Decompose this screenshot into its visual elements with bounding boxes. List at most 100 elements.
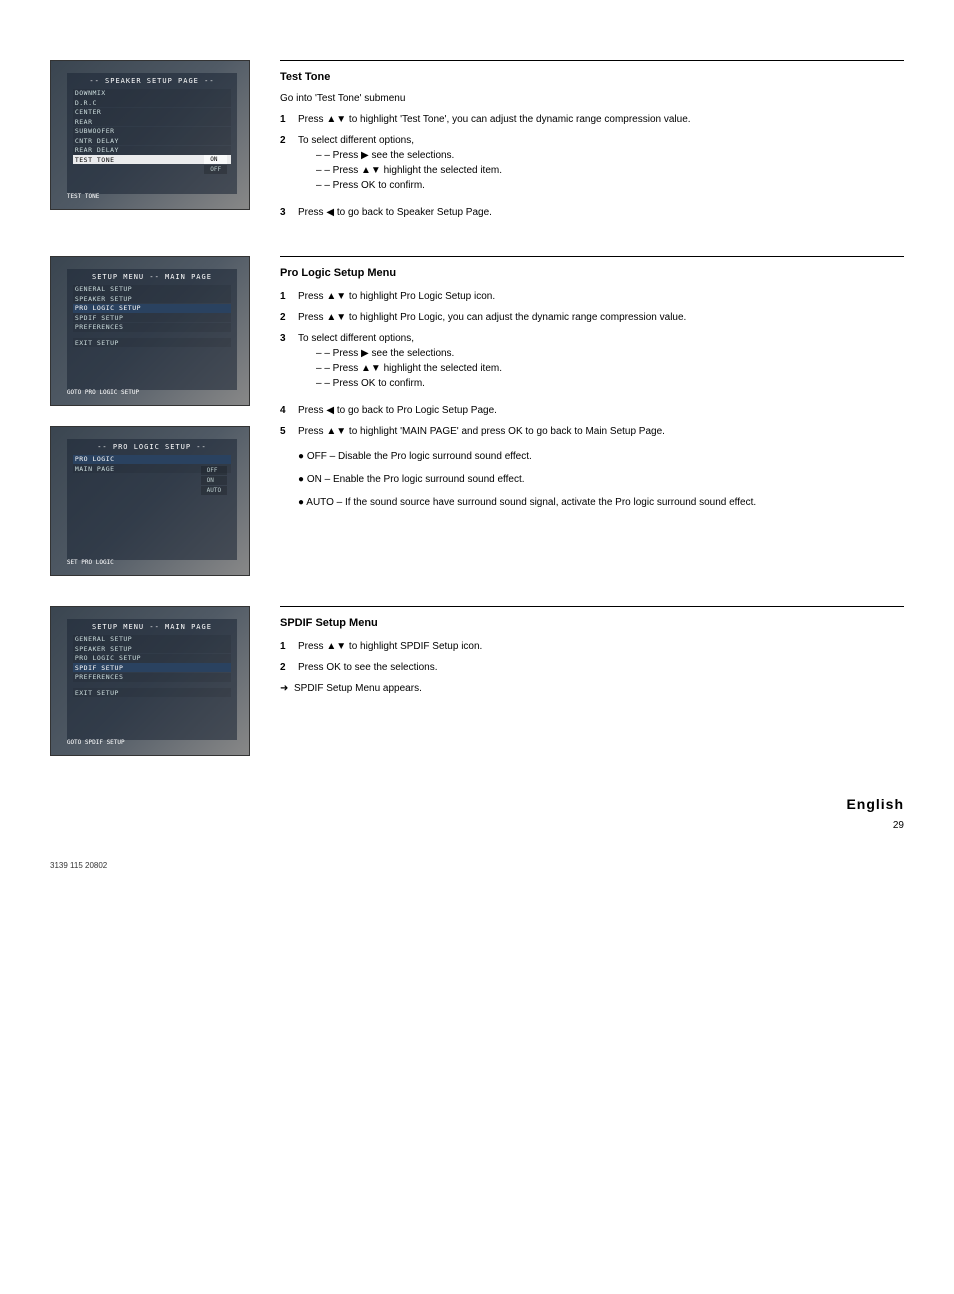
right-arrow-icon: ▶ [361, 346, 369, 361]
screenshot-column: -- SPEAKER SETUP PAGE -- DOWNMIX D.R.C C… [50, 60, 250, 210]
scr-item: REAR DELAY [73, 146, 231, 155]
screenshot-spdif: SETUP MENU -- MAIN PAGE GENERAL SETUP SP… [50, 606, 250, 756]
step-2: 2 To select different options, – Press ▶… [280, 133, 904, 199]
text: to highlight Pro Logic Setup icon. [346, 291, 495, 302]
scr-footer: GOTO PRO LOGIC SETUP [67, 389, 139, 396]
left-arrow-icon: ◀ [326, 403, 334, 418]
test-tone-content: Test Tone Go into 'Test Tone' submenu 1 … [280, 60, 904, 226]
step-number: 1 [280, 639, 298, 654]
scr-footer: SET PRO LOGIC [67, 559, 114, 566]
text: to highlight 'Test Tone', you can adjust… [346, 114, 690, 125]
step-3: 3 Press ◀ to go back to Speaker Setup Pa… [280, 205, 904, 220]
scr-sub: OFF [204, 165, 227, 174]
up-down-arrow-icon: ▲▼ [326, 639, 346, 654]
section-title: Pro Logic Setup Menu [280, 267, 904, 279]
text: highlight the selected item. [381, 363, 502, 374]
option-list: OFF – Disable the Pro logic surround sou… [280, 449, 904, 510]
result-arrow: SPDIF Setup Menu appears. [280, 681, 904, 696]
scr-footer: GOTO SPDIF SETUP [67, 739, 125, 746]
scr-item: GENERAL SETUP [73, 635, 231, 644]
section-title: Test Tone [280, 71, 904, 83]
text: To select different options, [298, 135, 414, 146]
text: Press [298, 641, 326, 652]
up-down-arrow-icon: ▲▼ [326, 310, 346, 325]
up-down-arrow-icon: ▲▼ [326, 112, 346, 127]
step-5: 5 Press ▲▼ to highlight 'MAIN PAGE' and … [280, 424, 904, 439]
divider [280, 256, 904, 257]
step-number: 1 [280, 289, 298, 304]
spdif-content: SPDIF Setup Menu 1 Press ▲▼ to highlight… [280, 606, 904, 700]
scr-item-highlight: SPDIF SETUP [73, 663, 231, 672]
text: To select different options, [298, 333, 414, 344]
up-down-arrow-icon: ▲▼ [361, 163, 381, 178]
screenshot-prologic-setup: -- PRO LOGIC SETUP -- PRO LOGIC MAIN PAG… [50, 426, 250, 576]
language-label: English [50, 796, 904, 812]
text: – Press OK to confirm. [324, 180, 425, 191]
scr-sub: OFF [201, 466, 227, 475]
scr-item: EXIT SETUP [73, 688, 231, 697]
up-down-arrow-icon: ▲▼ [326, 289, 346, 304]
right-arrow-icon: ▶ [361, 148, 369, 163]
text: Press [298, 291, 326, 302]
text: – Press [324, 348, 361, 359]
text: – Press [324, 150, 361, 161]
scr-footer: TEST TONE [67, 193, 100, 200]
scr-item-highlight: PRO LOGIC [73, 455, 231, 464]
scr-item: EXIT SETUP [73, 338, 231, 347]
option-auto: AUTO – If the sound source have surround… [298, 495, 904, 510]
scr-item: SPEAKER SETUP [73, 294, 231, 303]
scr-item: PRO LOGIC SETUP [73, 654, 231, 663]
text: Press [298, 114, 326, 125]
text: to highlight Pro Logic, you can adjust t… [346, 312, 686, 323]
screenshot-column: SETUP MENU -- MAIN PAGE GENERAL SETUP SP… [50, 606, 250, 756]
scr-item: GENERAL SETUP [73, 285, 231, 294]
option-on: ON – Enable the Pro logic surround sound… [298, 472, 904, 487]
step-number: 2 [280, 133, 298, 199]
text: to go back to Speaker Setup Page. [334, 207, 492, 218]
spdif-row: SETUP MENU -- MAIN PAGE GENERAL SETUP SP… [50, 606, 904, 756]
text: Press [298, 312, 326, 323]
text: to highlight 'MAIN PAGE' and press OK to… [346, 426, 665, 437]
step-1: 1 Press ▲▼ to highlight Pro Logic Setup … [280, 289, 904, 304]
test-tone-row: -- SPEAKER SETUP PAGE -- DOWNMIX D.R.C C… [50, 60, 904, 226]
step-1: 1 Press ▲▼ to highlight SPDIF Setup icon… [280, 639, 904, 654]
footer-line: 3139 115 20802 [50, 861, 904, 870]
text: – Press [324, 165, 361, 176]
scr-item: DOWNMIX [73, 89, 231, 98]
scr-item: CNTR DELAY [73, 136, 231, 145]
text: Press [298, 426, 326, 437]
section-title: SPDIF Setup Menu [280, 617, 904, 629]
text: highlight the selected item. [381, 165, 502, 176]
scr-item: D.R.C [73, 98, 231, 107]
scr-item-highlight: PRO LOGIC SETUP [73, 304, 231, 313]
scr-sub: ON [201, 476, 227, 485]
page-number: 29 [50, 820, 904, 831]
screenshot-test-tone: -- SPEAKER SETUP PAGE -- DOWNMIX D.R.C C… [50, 60, 250, 210]
scr-item: PREFERENCES [73, 673, 231, 682]
step-4: 4 Press ◀ to go back to Pro Logic Setup … [280, 403, 904, 418]
option-off: OFF – Disable the Pro logic surround sou… [298, 449, 904, 464]
text: – Press OK to confirm. [324, 378, 425, 389]
divider [280, 606, 904, 607]
step-number: 2 [280, 310, 298, 325]
scr-item: SPEAKER SETUP [73, 644, 231, 653]
up-down-arrow-icon: ▲▼ [361, 361, 381, 376]
step-number: 3 [280, 205, 298, 220]
text: Press [298, 207, 326, 218]
text: – Press [324, 363, 361, 374]
step-2: 2 Press ▲▼ to highlight Pro Logic, you c… [280, 310, 904, 325]
pro-logic-content: Pro Logic Setup Menu 1 Press ▲▼ to highl… [280, 256, 904, 520]
screenshot-prologic-main: SETUP MENU -- MAIN PAGE GENERAL SETUP SP… [50, 256, 250, 406]
scr-item: CENTER [73, 108, 231, 117]
up-down-arrow-icon: ▲▼ [326, 424, 346, 439]
left-arrow-icon: ◀ [326, 205, 334, 220]
text: see the selections. [369, 348, 455, 359]
text: see the selections. [369, 150, 455, 161]
step-number: 3 [280, 331, 298, 397]
text: to highlight SPDIF Setup icon. [346, 641, 482, 652]
step-3: 3 To select different options, – Press ▶… [280, 331, 904, 397]
step-number: 2 [280, 660, 298, 675]
scr-item: SUBWOOFER [73, 127, 231, 136]
step-number: 4 [280, 403, 298, 418]
text: Press [298, 405, 326, 416]
